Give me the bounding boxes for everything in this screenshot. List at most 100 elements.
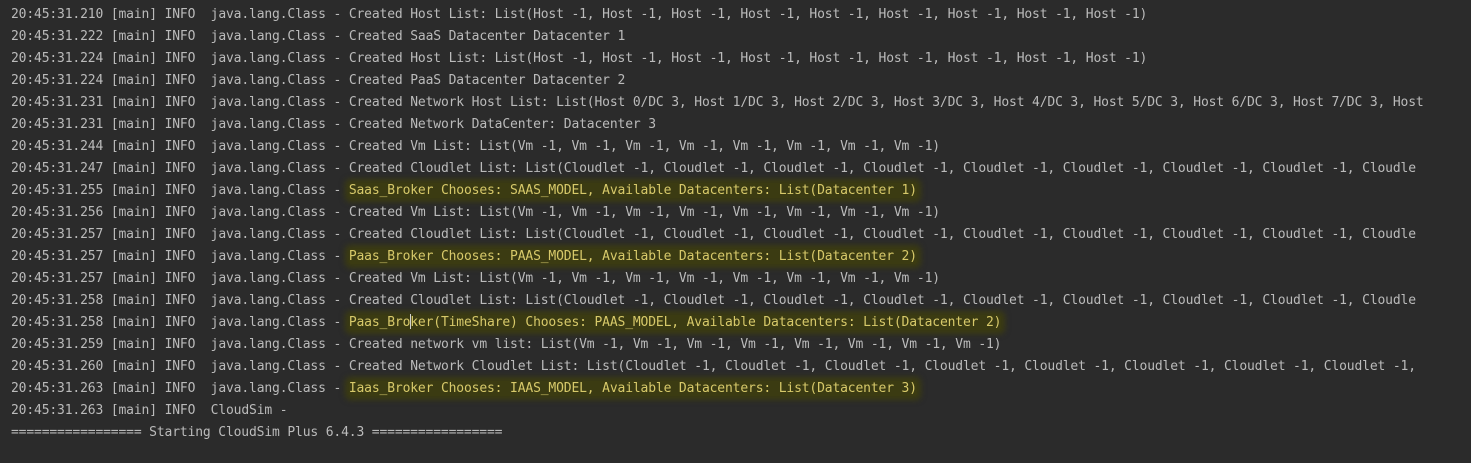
log-line: 20:45:31.258 [main] INFO java.lang.Class… (0, 312, 1471, 334)
log-thread: [main] (110, 161, 157, 176)
log-message-highlighted: Paas_Broker(TimeShare) Chooses: PAAS_MOD… (348, 314, 1002, 330)
log-separator: - (325, 117, 349, 132)
log-logger: java.lang.Class (210, 293, 326, 308)
log-separator: - (325, 337, 349, 352)
log-line: 20:45:31.231 [main] INFO java.lang.Class… (0, 114, 1471, 136)
log-message-text: Created Cloudlet List: List(Cloudlet -1,… (348, 227, 1416, 242)
log-timestamp: 20:45:31.257 (11, 249, 104, 264)
log-level: INFO (164, 95, 203, 110)
log-logger: java.lang.Class (210, 205, 326, 220)
log-message-text: Saas_Broker Chooses: SAAS_MODEL, Availab… (348, 183, 917, 198)
log-separator: - (325, 359, 349, 374)
log-logger: java.lang.Class (210, 183, 326, 198)
log-separator: - (325, 161, 349, 176)
log-separator: - (325, 29, 349, 44)
log-separator: - (325, 205, 349, 220)
log-timestamp: 20:45:31.231 (11, 117, 104, 132)
log-level: INFO (164, 403, 203, 418)
log-line: 20:45:31.231 [main] INFO java.lang.Class… (0, 92, 1471, 114)
log-level: INFO (164, 139, 203, 154)
log-line: 20:45:31.256 [main] INFO java.lang.Class… (0, 202, 1471, 224)
log-message-highlighted: Iaas_Broker Chooses: IAAS_MODEL, Availab… (348, 381, 917, 396)
log-logger: CloudSim (210, 403, 273, 418)
log-logger: java.lang.Class (210, 95, 326, 110)
log-message-highlighted: Paas_Broker Chooses: PAAS_MODEL, Availab… (348, 249, 917, 264)
log-line: 20:45:31.224 [main] INFO java.lang.Class… (0, 70, 1471, 92)
log-thread: [main] (110, 7, 157, 22)
log-level: INFO (164, 337, 203, 352)
log-message-text: Created Host List: List(Host -1, Host -1… (348, 7, 1148, 22)
log-thread: [main] (110, 29, 157, 44)
log-message-text: Created PaaS Datacenter Datacenter 2 (348, 73, 626, 88)
log-message: Created network vm list: List(Vm -1, Vm … (349, 337, 1002, 352)
log-logger: java.lang.Class (210, 73, 326, 88)
log-separator: - (325, 271, 349, 286)
log-line: 20:45:31.263 [main] INFO java.lang.Class… (0, 378, 1471, 400)
log-line: 20:45:31.257 [main] INFO java.lang.Class… (0, 246, 1471, 268)
log-message-text: Paas_Bro (348, 315, 411, 330)
log-separator: - (325, 7, 349, 22)
log-separator: - (325, 227, 349, 242)
log-level: INFO (164, 359, 203, 374)
log-logger: java.lang.Class (210, 249, 326, 264)
log-level: INFO (164, 227, 203, 242)
log-thread: [main] (110, 73, 157, 88)
log-level: INFO (164, 271, 203, 286)
log-separator: - (325, 139, 349, 154)
log-thread: [main] (110, 95, 157, 110)
log-level: INFO (164, 293, 203, 308)
log-line: 20:45:31.224 [main] INFO java.lang.Class… (0, 48, 1471, 70)
log-thread: [main] (110, 249, 157, 264)
log-timestamp: 20:45:31.210 (11, 7, 104, 22)
log-message-highlighted: Saas_Broker Chooses: SAAS_MODEL, Availab… (348, 183, 917, 198)
log-logger: java.lang.Class (210, 337, 326, 352)
log-timestamp: 20:45:31.257 (11, 227, 104, 242)
log-message-text: Created Vm List: List(Vm -1, Vm -1, Vm -… (348, 271, 940, 286)
log-logger: java.lang.Class (210, 359, 326, 374)
log-level: INFO (164, 117, 203, 132)
log-line: 20:45:31.257 [main] INFO java.lang.Class… (0, 268, 1471, 290)
log-timestamp: 20:45:31.244 (11, 139, 104, 154)
log-separator: - (325, 183, 349, 198)
log-timestamp: 20:45:31.257 (11, 271, 104, 286)
log-logger: java.lang.Class (210, 161, 326, 176)
log-banner: ================= Starting CloudSim Plus… (11, 425, 503, 440)
log-timestamp: 20:45:31.247 (11, 161, 104, 176)
log-message: Created Network DataCenter: Datacenter 3 (349, 117, 656, 132)
log-thread: [main] (110, 205, 157, 220)
log-logger: java.lang.Class (210, 381, 326, 396)
log-line: 20:45:31.257 [main] INFO java.lang.Class… (0, 224, 1471, 246)
log-separator: - (325, 95, 349, 110)
log-thread: [main] (110, 227, 157, 242)
log-line: 20:45:31.247 [main] INFO java.lang.Class… (0, 158, 1471, 180)
log-level: INFO (164, 205, 203, 220)
log-level: INFO (164, 249, 203, 264)
log-timestamp: 20:45:31.263 (11, 381, 104, 396)
log-timestamp: 20:45:31.224 (11, 51, 104, 66)
log-message: Created PaaS Datacenter Datacenter 2 (348, 73, 626, 88)
log-thread: [main] (110, 315, 157, 330)
log-separator: - (325, 249, 349, 264)
log-message-text-rest: ker(TimeShare) Chooses: PAAS_MODEL, Avai… (410, 315, 1002, 330)
log-timestamp: 20:45:31.255 (11, 183, 104, 198)
log-separator: - (325, 293, 349, 308)
log-logger: java.lang.Class (210, 139, 326, 154)
log-logger: java.lang.Class (210, 271, 326, 286)
log-thread: [main] (110, 293, 157, 308)
log-timestamp: 20:45:31.256 (11, 205, 104, 220)
log-line: 20:45:31.244 [main] INFO java.lang.Class… (0, 136, 1471, 158)
log-separator: - (325, 73, 349, 88)
log-line: ================= Starting CloudSim Plus… (0, 422, 1471, 444)
log-separator: - (325, 381, 349, 396)
log-timestamp: 20:45:31.222 (11, 29, 104, 44)
log-timestamp: 20:45:31.260 (11, 359, 104, 374)
log-message-text: Created Vm List: List(Vm -1, Vm -1, Vm -… (348, 139, 940, 154)
log-line: 20:45:31.260 [main] INFO java.lang.Class… (0, 356, 1471, 378)
log-level: INFO (164, 183, 203, 198)
log-logger: java.lang.Class (210, 51, 326, 66)
log-level: INFO (164, 7, 203, 22)
log-message: Created Vm List: List(Vm -1, Vm -1, Vm -… (349, 271, 940, 286)
console-output[interactable]: 20:45:31.210 [main] INFO java.lang.Class… (0, 0, 1471, 463)
log-message-text: Created Network Cloudlet List: List(Clou… (348, 359, 1416, 374)
log-thread: [main] (110, 271, 157, 286)
